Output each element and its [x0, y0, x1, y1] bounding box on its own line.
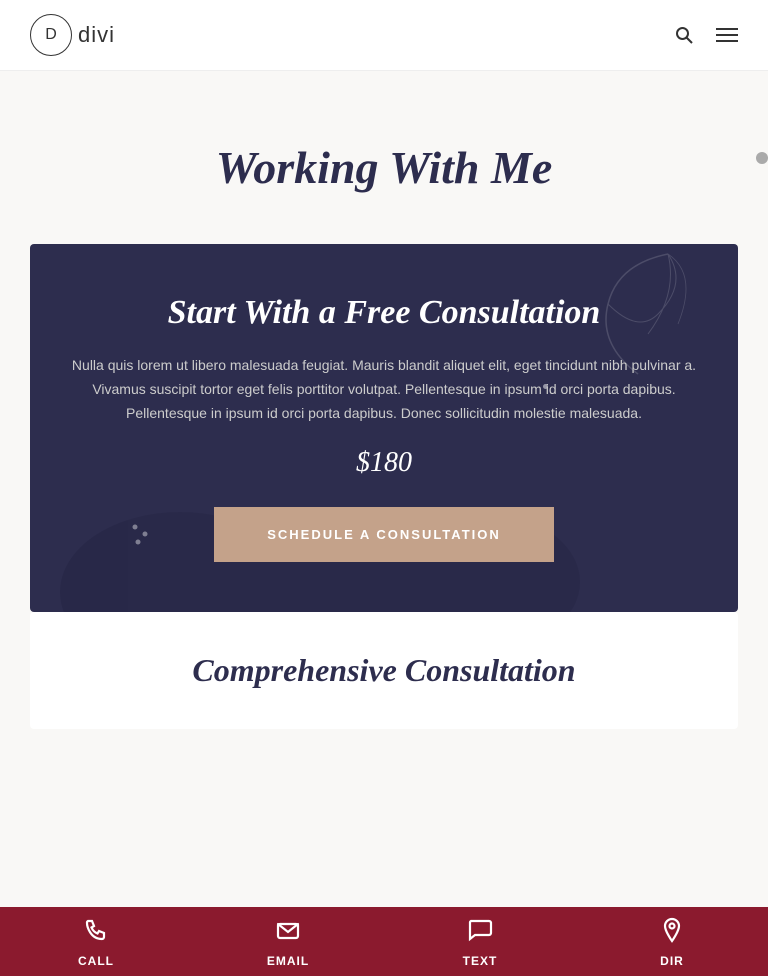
chat-icon [467, 917, 493, 950]
free-card-description: Nulla quis lorem ut libero malesuada feu… [70, 354, 698, 425]
cards-section: Start With a Free Consultation Nulla qui… [0, 244, 768, 759]
free-card-price: $180 [70, 447, 698, 479]
hamburger-icon [716, 28, 738, 42]
page-title: Working With Me [30, 141, 738, 194]
scroll-indicator [756, 152, 768, 164]
email-label: EMAIL [267, 954, 309, 968]
comp-card-title: Comprehensive Consultation [70, 652, 698, 689]
logo-name: divi [78, 22, 115, 48]
call-label: CALL [78, 954, 114, 968]
text-label: TEXT [463, 954, 498, 968]
header: D divi [0, 0, 768, 71]
location-icon [659, 917, 685, 950]
search-button[interactable] [674, 25, 694, 45]
phone-icon [83, 917, 109, 950]
schedule-consultation-button[interactable]: SCHEDULE A CONSULTATION [214, 507, 554, 562]
nav-email[interactable]: EMAIL [192, 917, 384, 968]
logo-circle: D [30, 14, 72, 56]
page-title-section: Working With Me [0, 71, 768, 244]
nav-text[interactable]: TEXT [384, 917, 576, 968]
header-icons [674, 25, 738, 45]
dots-decoration [130, 522, 160, 552]
bottom-navigation: CALL EMAIL TEXT DIR [0, 907, 768, 976]
comprehensive-consultation-card: Comprehensive Consultation [30, 612, 738, 729]
email-icon [275, 917, 301, 950]
free-consultation-card: Start With a Free Consultation Nulla qui… [30, 244, 738, 612]
nav-dir[interactable]: DIR [576, 917, 768, 968]
free-card-title: Start With a Free Consultation [70, 294, 698, 332]
nav-call[interactable]: CALL [0, 917, 192, 968]
menu-button[interactable] [716, 28, 738, 42]
logo[interactable]: D divi [30, 14, 115, 56]
search-icon [674, 25, 694, 45]
dir-label: DIR [660, 954, 684, 968]
